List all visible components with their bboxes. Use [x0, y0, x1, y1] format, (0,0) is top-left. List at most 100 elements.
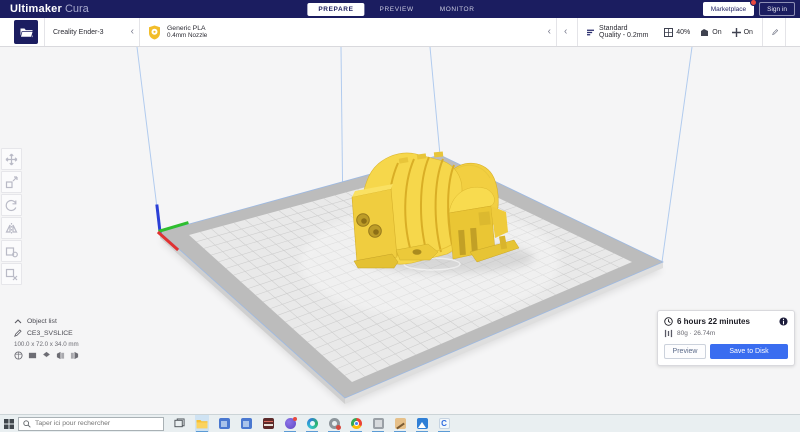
- adhesion-setting: On: [731, 27, 753, 37]
- taskbar-app-blue-2[interactable]: [239, 415, 253, 432]
- profile-label: Standard Quality - 0.2mm: [599, 25, 649, 39]
- taskbar-app-settings-gear[interactable]: [327, 415, 341, 432]
- per-model-settings-icon: [5, 246, 18, 257]
- material-usage-estimate: 80g · 26.74m: [677, 330, 716, 337]
- cura-icon: C: [438, 418, 450, 429]
- model-list-item[interactable]: CE3_SVSLICE: [14, 327, 79, 339]
- photos-icon: [416, 418, 428, 429]
- material-name: Generic PLA: [167, 24, 206, 32]
- app-icon: [284, 417, 297, 429]
- windows-logo-icon: [4, 418, 14, 429]
- open-file-button[interactable]: [14, 20, 38, 44]
- infill-value: 40%: [676, 28, 691, 36]
- chevron-left-icon[interactable]: ‹: [548, 27, 551, 37]
- marketplace-label: Marketplace: [710, 5, 747, 13]
- taskbar-app-purple-circle[interactable]: [283, 415, 297, 432]
- mirror-tool-button[interactable]: [1, 217, 22, 239]
- support-value: On: [712, 28, 722, 36]
- printer-selector[interactable]: Creality Ender-3 ‹: [44, 18, 140, 46]
- view-top-icon[interactable]: [42, 351, 51, 360]
- custom-settings-pencil-icon[interactable]: [771, 27, 778, 37]
- infill-setting: 40%: [664, 27, 691, 37]
- app-icon: [218, 418, 230, 429]
- nozzle-size: 0.4mm Nozzle: [167, 32, 208, 39]
- taskbar-app-cura[interactable]: C: [437, 415, 451, 432]
- object-list-toggle[interactable]: Object list: [14, 315, 79, 327]
- app-icon: [262, 418, 274, 429]
- material-selector[interactable]: Generic PLA 0.4mm Nozzle ‹: [140, 18, 557, 46]
- tab-monitor[interactable]: MONITOR: [429, 3, 486, 16]
- save-to-disk-button[interactable]: Save to Disk: [710, 344, 788, 359]
- divider: [761, 18, 763, 46]
- per-model-settings-button[interactable]: [1, 240, 22, 262]
- z-axis-icon: [155, 204, 162, 234]
- print-settings-panel[interactable]: ‹ Standard Quality - 0.2mm 40% On On: [557, 18, 786, 46]
- search-icon: [23, 419, 31, 428]
- brand-cura: Cura: [64, 3, 89, 15]
- app-icon: [240, 418, 252, 429]
- divider: [577, 18, 578, 46]
- tab-prepare[interactable]: PREPARE: [307, 2, 365, 16]
- taskbar-app-file-explorer[interactable]: [195, 414, 209, 432]
- sign-in-button[interactable]: Sign in: [759, 2, 795, 16]
- taskbar-app-photos[interactable]: [415, 415, 429, 432]
- move-tool-button[interactable]: [1, 148, 22, 170]
- app-icon: [394, 418, 406, 430]
- stage-tabs: PREPARE PREVIEW MONITOR: [307, 0, 485, 18]
- scale-tool-button[interactable]: [1, 171, 22, 193]
- view-3d-icon[interactable]: [14, 351, 23, 360]
- camera-view-presets: [14, 351, 79, 360]
- print-time-estimate: 6 hours 22 minutes: [677, 317, 750, 326]
- app-header: Ultimaker Cura PREPARE PREVIEW MONITOR Ma…: [0, 0, 800, 18]
- taskbar-app-blue-1[interactable]: [217, 415, 231, 432]
- preview-button[interactable]: Preview: [664, 344, 706, 359]
- search-input[interactable]: [35, 420, 150, 427]
- marketplace-button[interactable]: Marketplace: [702, 0, 758, 16]
- pencil-icon: [14, 329, 22, 337]
- taskbar-app-edge[interactable]: [305, 415, 319, 432]
- support-blocker-icon: [5, 268, 18, 280]
- model-name: CE3_SVSLICE: [27, 329, 73, 337]
- material-text: Generic PLA 0.4mm Nozzle: [167, 25, 207, 40]
- start-button[interactable]: [0, 415, 18, 432]
- print-output-panel: 6 hours 22 minutes 80g · 26.74m Preview …: [657, 310, 795, 366]
- app-logo: Ultimaker Cura: [10, 3, 89, 15]
- clock-icon: [664, 317, 673, 326]
- support-icon: [701, 28, 709, 36]
- adhesion-value: On: [743, 28, 753, 36]
- cura-application-window: Ultimaker Cura PREPARE PREVIEW MONITOR Ma…: [0, 0, 800, 432]
- rotate-tool-button[interactable]: [1, 194, 22, 216]
- tool-column: [1, 148, 22, 285]
- header-right-group: Marketplace Sign in: [702, 0, 795, 18]
- view-front-icon[interactable]: [28, 351, 37, 360]
- task-view-icon: [173, 418, 185, 428]
- chevron-left-icon[interactable]: ‹: [564, 27, 567, 37]
- chevron-left-icon[interactable]: ‹: [131, 27, 134, 37]
- chevron-up-icon: [14, 318, 22, 323]
- move-icon: [5, 153, 18, 165]
- filament-spool-icon: [664, 329, 673, 338]
- taskbar-app-red-stripes[interactable]: [261, 415, 275, 432]
- chrome-icon: [350, 418, 362, 429]
- task-view-button[interactable]: [172, 415, 186, 432]
- gear-icon: [328, 418, 341, 430]
- app-icon: [372, 418, 384, 429]
- view-left-icon[interactable]: [56, 351, 65, 360]
- brand-ultimaker: Ultimaker: [10, 3, 62, 15]
- infill-icon: [664, 27, 674, 37]
- profile-layers-icon: [586, 29, 595, 35]
- taskbar-app-row: C: [195, 414, 451, 432]
- taskbar-app-gray[interactable]: [371, 415, 385, 432]
- material-spool-icon: [149, 25, 160, 39]
- taskbar-app-pencil[interactable]: [393, 415, 407, 432]
- taskbar-search[interactable]: [18, 416, 164, 431]
- mirror-icon: [5, 222, 18, 234]
- tab-preview[interactable]: PREVIEW: [369, 3, 425, 16]
- object-list-label: Object list: [27, 317, 57, 325]
- rotate-icon: [5, 199, 17, 211]
- view-right-icon[interactable]: [70, 351, 79, 360]
- support-blocker-button[interactable]: [1, 263, 22, 285]
- support-setting: On: [700, 28, 722, 37]
- info-icon[interactable]: [779, 317, 788, 326]
- taskbar-app-chrome[interactable]: [349, 415, 363, 432]
